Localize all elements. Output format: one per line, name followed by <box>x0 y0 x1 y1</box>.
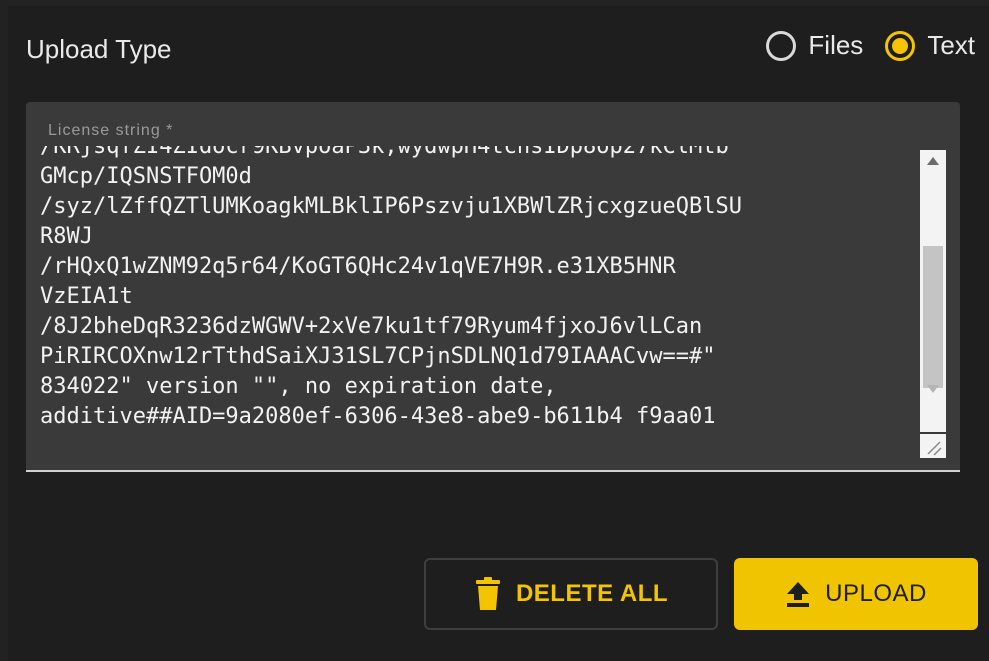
license-string-textarea[interactable]: /KRjsqfZI4ZIdocr9KBvpoaP3k,wydwpH4tcnsID… <box>40 146 946 456</box>
scrollbar-thumb[interactable] <box>923 246 943 388</box>
trash-icon <box>474 577 502 611</box>
radio-text[interactable]: Text <box>885 30 975 61</box>
license-string-value[interactable]: /KRjsqfZI4ZIdocr9KBvpoaP3k,wydwpH4tcnsID… <box>40 146 912 432</box>
radio-text-circle[interactable] <box>885 30 916 61</box>
scroll-down-arrow-icon[interactable] <box>920 384 946 400</box>
radio-selected-dot <box>892 37 909 54</box>
license-string-field[interactable]: License string * /KRjsqfZI4ZIdocr9KBvpoa… <box>26 102 960 472</box>
delete-all-button[interactable]: DELETE ALL <box>424 558 718 630</box>
radio-files-circle[interactable] <box>766 30 797 61</box>
upload-arrow-icon <box>785 580 811 608</box>
textarea-scrollbar[interactable] <box>920 150 946 432</box>
license-string-label: License string * <box>48 122 174 139</box>
upload-type-label: Upload Type <box>26 34 172 64</box>
scroll-up-arrow-icon[interactable] <box>920 156 946 172</box>
resize-grip-icon[interactable] <box>920 434 946 458</box>
radio-text-label[interactable]: Text <box>927 30 975 61</box>
upload-type-radio-group: Files Text <box>766 30 975 61</box>
radio-files-label[interactable]: Files <box>808 30 863 61</box>
upload-label: UPLOAD <box>825 580 927 607</box>
delete-all-label: DELETE ALL <box>515 580 669 607</box>
radio-files[interactable]: Files <box>766 30 863 61</box>
upload-button[interactable]: UPLOAD <box>734 558 978 630</box>
upload-type-header: Upload Type Files Text <box>26 30 989 78</box>
